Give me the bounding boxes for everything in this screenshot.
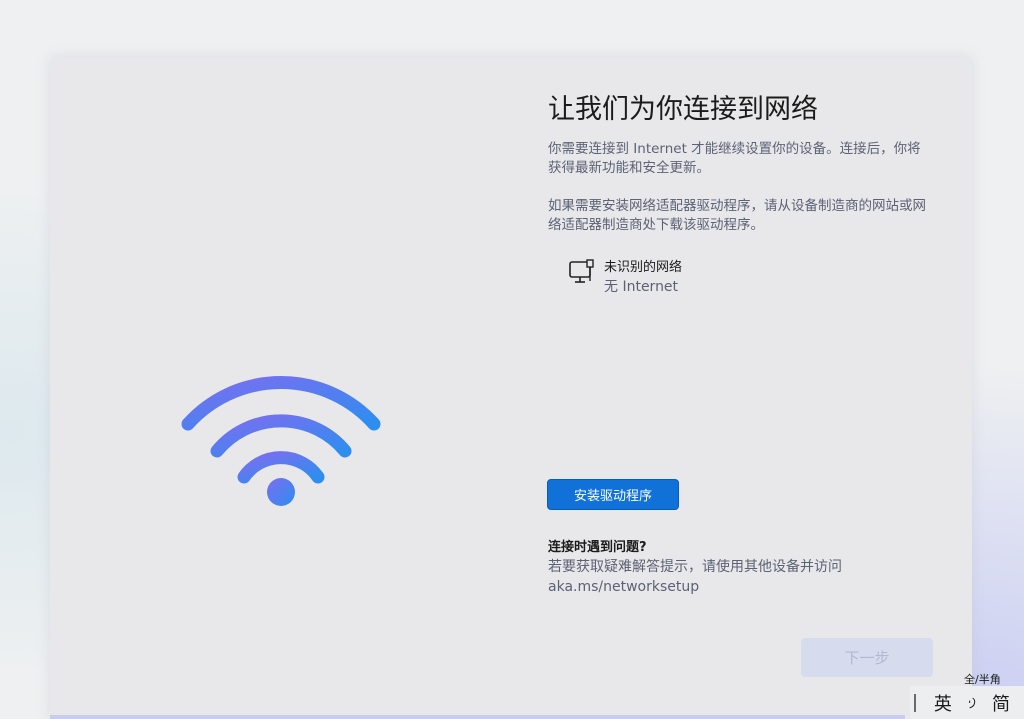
help-text: 若要获取疑难解答提示，请使用其他设备并访问 aka.ms/networksetu… bbox=[548, 559, 842, 595]
network-list-item[interactable]: 未识别的网络 无 Internet bbox=[568, 259, 682, 297]
ime-script-toggle[interactable]: 简 bbox=[992, 690, 1010, 716]
page-title: 让我们为你连接到网络 bbox=[548, 94, 818, 125]
wifi-arc-middle bbox=[210, 414, 352, 458]
wifi-arc-inner bbox=[237, 451, 325, 484]
wifi-icon bbox=[181, 376, 381, 506]
progress-accent-line bbox=[50, 715, 905, 719]
driver-paragraph: 如果需要安装网络适配器驱动程序，请从设备制造商的网站或网络适配器制造商处下载该驱… bbox=[548, 198, 926, 233]
ime-tooltip: 全/半角 bbox=[964, 673, 1001, 686]
network-text: 未识别的网络 无 Internet bbox=[604, 259, 682, 297]
network-name: 未识别的网络 bbox=[604, 260, 683, 275]
wired-network-icon bbox=[569, 259, 594, 283]
network-status: 无 Internet bbox=[604, 279, 679, 295]
ime-toolbar: 英 简 bbox=[910, 686, 1024, 719]
ime-mode-toggle[interactable]: 英 bbox=[934, 690, 952, 716]
next-button[interactable]: 下一步 bbox=[801, 638, 933, 677]
help-title: 连接时遇到问题? bbox=[548, 540, 647, 555]
ime-drag-handle[interactable] bbox=[914, 693, 916, 712]
half-width-moon-icon[interactable] bbox=[966, 693, 978, 713]
intro-paragraph: 你需要连接到 Internet 才能继续设置你的设备。连接后，你将获得最新功能和… bbox=[548, 141, 921, 176]
install-driver-button[interactable]: 安装驱动程序 bbox=[547, 479, 679, 510]
setup-card: 让我们为你连接到网络 你需要连接到 Internet 才能继续设置你的设备。连接… bbox=[50, 57, 972, 719]
wifi-dot bbox=[267, 478, 295, 506]
